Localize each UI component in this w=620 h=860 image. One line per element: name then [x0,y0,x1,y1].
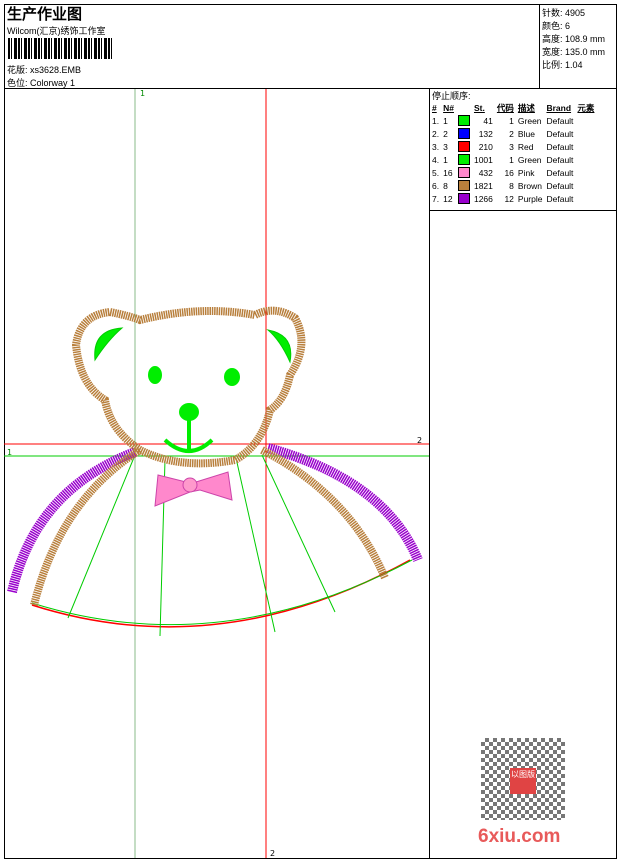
production-worksheet: 生产作业图 Wilcom(汇京)绣饰工作室 花版: xs3628.EMB 色位:… [0,0,620,860]
watermark-text: 6xiu.com [478,826,561,847]
guide-label-v2: 2 [270,849,275,858]
watermark-seal: 以图版 [510,768,536,794]
guide-label-v1: 1 [140,89,145,98]
green-eye-left [148,366,162,384]
green-mouth [163,420,214,453]
skirt-hem-green [31,559,413,626]
design-canvas: 1 2 2 1 [4,89,429,858]
green-eye-right [224,368,240,386]
guide-label-h1: 1 [7,448,12,457]
green-nose [179,403,199,421]
teddy-bear-design [7,306,423,637]
green-ears [94,327,292,364]
guide-label-h2: 2 [417,436,422,445]
